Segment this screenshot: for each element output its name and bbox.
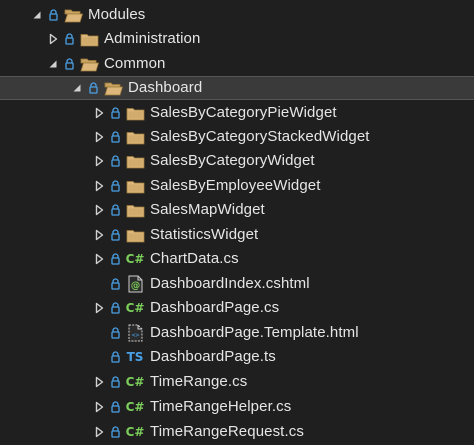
lock-icon bbox=[110, 130, 120, 144]
lock-icon bbox=[110, 400, 120, 414]
collapsed-chevron-icon[interactable] bbox=[94, 301, 104, 315]
tree-item-label: ChartData.cs bbox=[150, 250, 239, 267]
tree-item[interactable]: C# ChartData.cs bbox=[0, 247, 474, 271]
tree-item[interactable]: Dashboard bbox=[0, 76, 474, 100]
tree-item[interactable]: SalesByCategoryPieWidget bbox=[0, 101, 474, 125]
tree-item-label: TimeRangeHelper.cs bbox=[150, 398, 292, 415]
tree-item[interactable]: SalesByCategoryStackedWidget bbox=[0, 125, 474, 149]
collapsed-chevron-icon[interactable] bbox=[94, 106, 104, 120]
folder-open-icon bbox=[63, 6, 83, 24]
lock-icon bbox=[110, 301, 120, 315]
expanded-chevron-icon[interactable] bbox=[48, 57, 58, 71]
tree-item-label: DashboardPage.cs bbox=[150, 299, 280, 316]
folder-icon bbox=[125, 128, 145, 146]
svg-text:<>: <> bbox=[131, 331, 139, 339]
tree-item-label: Modules bbox=[88, 6, 146, 23]
tree-item-label: DashboardIndex.cshtml bbox=[150, 275, 310, 292]
collapsed-chevron-icon[interactable] bbox=[94, 375, 104, 389]
csharp-file-icon: C# bbox=[125, 398, 145, 416]
collapsed-chevron-icon[interactable] bbox=[94, 154, 104, 168]
tree-item[interactable]: Administration bbox=[0, 27, 474, 51]
typescript-file-icon: TS bbox=[125, 348, 145, 366]
lock-icon bbox=[110, 375, 120, 389]
file-icon-text: C# bbox=[125, 252, 145, 266]
collapsed-chevron-icon[interactable] bbox=[94, 228, 104, 242]
tree-item[interactable]: SalesByEmployeeWidget bbox=[0, 174, 474, 198]
lock-icon bbox=[110, 203, 120, 217]
collapsed-chevron-icon[interactable] bbox=[94, 425, 104, 439]
lock-icon bbox=[110, 228, 120, 242]
tree-item-label: StatisticsWidget bbox=[150, 226, 259, 243]
tree-item[interactable]: C# DashboardPage.cs bbox=[0, 296, 474, 320]
tree-item[interactable]: C# TimeRangeHelper.cs bbox=[0, 395, 474, 419]
folder-open-icon bbox=[103, 79, 123, 97]
solution-explorer-tree: Modules Administration Common Dashboard Sale… bbox=[0, 0, 474, 445]
file-icon-text: C# bbox=[125, 400, 145, 414]
lock-icon bbox=[110, 277, 120, 291]
lock-icon bbox=[110, 154, 120, 168]
folder-icon bbox=[125, 177, 145, 195]
collapsed-chevron-icon[interactable] bbox=[94, 252, 104, 266]
collapsed-chevron-icon[interactable] bbox=[48, 32, 58, 46]
folder-icon bbox=[79, 30, 99, 48]
lock-icon bbox=[110, 252, 120, 266]
tree-item-label: SalesByCategoryWidget bbox=[150, 152, 315, 169]
expanded-chevron-icon[interactable] bbox=[72, 81, 82, 95]
tree-item[interactable]: SalesMapWidget bbox=[0, 198, 474, 222]
lock-icon bbox=[64, 57, 74, 71]
file-icon-text: C# bbox=[125, 375, 145, 389]
lock-icon bbox=[110, 425, 120, 439]
tree-item-label: SalesMapWidget bbox=[150, 201, 265, 218]
tree-item-label: Common bbox=[104, 55, 166, 72]
csharp-file-icon: C# bbox=[125, 423, 145, 441]
lock-icon bbox=[110, 350, 120, 364]
lock-icon bbox=[110, 106, 120, 120]
tree-item[interactable]: C# TimeRangeRequest.cs bbox=[0, 420, 474, 444]
collapsed-chevron-icon[interactable] bbox=[94, 130, 104, 144]
svg-text:@: @ bbox=[130, 281, 140, 292]
file-icon-text: C# bbox=[125, 425, 145, 439]
collapsed-chevron-icon[interactable] bbox=[94, 203, 104, 217]
tree-item-label: DashboardPage.ts bbox=[150, 348, 276, 365]
tree-item-label: DashboardPage.Template.html bbox=[150, 324, 359, 341]
collapsed-chevron-icon[interactable] bbox=[94, 179, 104, 193]
folder-icon bbox=[125, 226, 145, 244]
file-icon-text: C# bbox=[125, 301, 145, 315]
csharp-file-icon: C# bbox=[125, 373, 145, 391]
lock-icon bbox=[110, 326, 120, 340]
tree-item[interactable]: Modules bbox=[0, 3, 474, 27]
folder-icon bbox=[125, 201, 145, 219]
tree-item[interactable]: C# TimeRange.cs bbox=[0, 370, 474, 394]
tree-item-label: TimeRangeRequest.cs bbox=[150, 423, 304, 440]
tree-item-label: TimeRange.cs bbox=[150, 373, 248, 390]
tree-item-label: Administration bbox=[104, 30, 201, 47]
tree-item[interactable]: StatisticsWidget bbox=[0, 223, 474, 247]
tree-item[interactable]: <> DashboardPage.Template.html bbox=[0, 321, 474, 345]
tree-item[interactable]: Common bbox=[0, 52, 474, 76]
tree-item-label: SalesByEmployeeWidget bbox=[150, 177, 321, 194]
tree-item[interactable]: SalesByCategoryWidget bbox=[0, 149, 474, 173]
razor-file-icon: @ bbox=[125, 275, 145, 293]
lock-icon bbox=[88, 81, 98, 95]
html-file-icon: <> bbox=[125, 324, 145, 342]
tree-item[interactable]: @ DashboardIndex.cshtml bbox=[0, 272, 474, 296]
collapsed-chevron-icon[interactable] bbox=[94, 400, 104, 414]
expanded-chevron-icon[interactable] bbox=[32, 8, 42, 22]
csharp-file-icon: C# bbox=[125, 299, 145, 317]
lock-icon bbox=[64, 32, 74, 46]
tree-item[interactable]: TS DashboardPage.ts bbox=[0, 345, 474, 369]
tree-item-label: Dashboard bbox=[128, 79, 203, 96]
lock-icon bbox=[48, 8, 58, 22]
folder-open-icon bbox=[79, 55, 99, 73]
folder-icon bbox=[125, 152, 145, 170]
tree-item-label: SalesByCategoryStackedWidget bbox=[150, 128, 370, 145]
folder-icon bbox=[125, 104, 145, 122]
lock-icon bbox=[110, 179, 120, 193]
tree-item-label: SalesByCategoryPieWidget bbox=[150, 104, 337, 121]
file-icon-text: TS bbox=[126, 350, 144, 364]
csharp-file-icon: C# bbox=[125, 250, 145, 268]
